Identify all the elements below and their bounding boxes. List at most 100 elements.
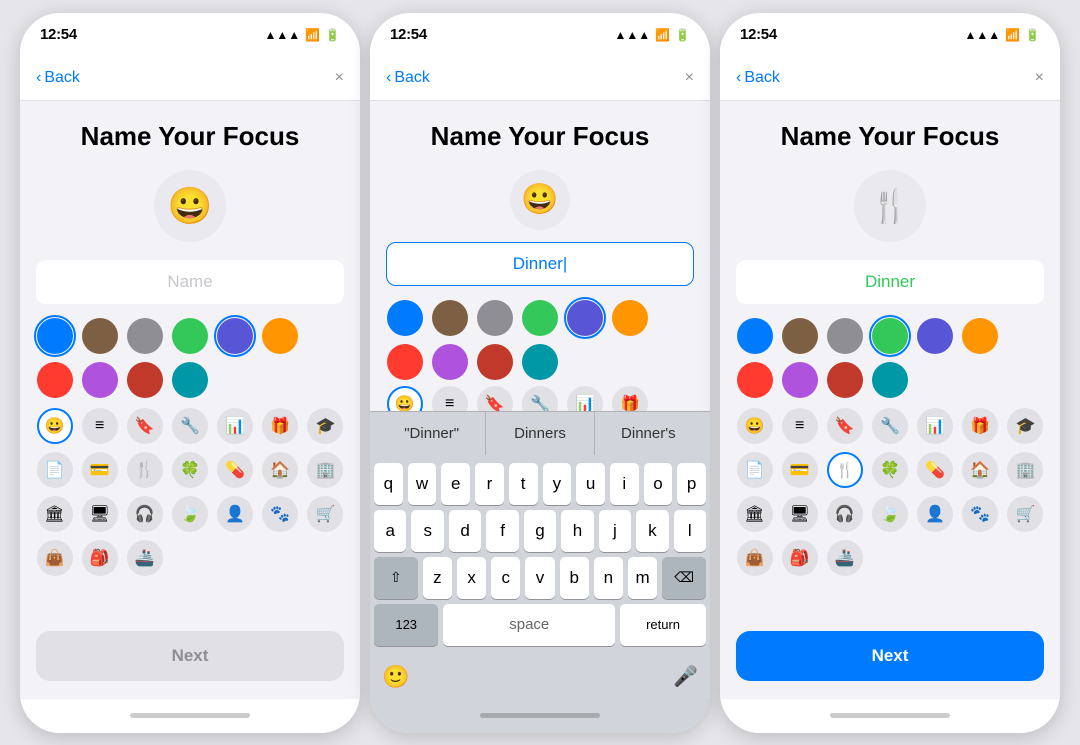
color-darkred-2[interactable] (477, 344, 513, 380)
color-violet[interactable] (82, 362, 118, 398)
icon-leaf-3[interactable]: 🍃 (872, 496, 908, 532)
icon-headphone[interactable]: 🎧 (127, 496, 163, 532)
icon-pill[interactable]: 💊 (217, 452, 253, 488)
key-s[interactable]: s (411, 510, 443, 552)
icon-building-3[interactable]: 🏢 (1007, 452, 1043, 488)
key-v[interactable]: v (525, 557, 554, 599)
icon-home-3[interactable]: 🏠 (962, 452, 998, 488)
key-n[interactable]: n (594, 557, 623, 599)
icon-emoji-3[interactable]: 😀 (737, 408, 773, 444)
icon-fork[interactable]: 🍴 (127, 452, 163, 488)
close-button-3[interactable]: × (1035, 69, 1044, 87)
icon-backpack[interactable]: 🎒 (82, 540, 118, 576)
icon-paw-3[interactable]: 🐾 (962, 496, 998, 532)
icon-list-3[interactable]: ≡ (782, 408, 818, 444)
color-red[interactable] (37, 362, 73, 398)
icon-ship-3[interactable]: 🚢 (827, 540, 863, 576)
close-button-1[interactable]: × (335, 69, 344, 87)
icon-person[interactable]: 👤 (217, 496, 253, 532)
autocomplete-dinners[interactable]: Dinners (486, 412, 594, 455)
emoji-circle-1[interactable]: 😀 (154, 170, 226, 242)
key-w[interactable]: w (408, 463, 437, 505)
icon-grad[interactable]: 🎓 (307, 408, 343, 444)
color-violet-2[interactable] (432, 344, 468, 380)
next-button-3[interactable]: Next (736, 631, 1044, 681)
icon-person-3[interactable]: 👤 (917, 496, 953, 532)
color-blue-2[interactable] (387, 300, 423, 336)
close-button-2[interactable]: × (685, 69, 694, 87)
icon-pill-3[interactable]: 💊 (917, 452, 953, 488)
key-123[interactable]: 123 (374, 604, 438, 646)
color-orange-2[interactable] (612, 300, 648, 336)
key-space[interactable]: space (443, 604, 615, 646)
key-z[interactable]: z (423, 557, 452, 599)
key-e[interactable]: e (441, 463, 470, 505)
icon-clover-3[interactable]: 🍀 (872, 452, 908, 488)
color-blue[interactable] (37, 318, 73, 354)
icon-clover[interactable]: 🍀 (172, 452, 208, 488)
key-l[interactable]: l (674, 510, 706, 552)
name-input-1[interactable]: Name (36, 260, 344, 304)
icon-home[interactable]: 🏠 (262, 452, 298, 488)
icon-bank-3[interactable]: 🏛 (737, 496, 773, 532)
color-gray-2[interactable] (477, 300, 513, 336)
icon-doc-3[interactable]: 📄 (737, 452, 773, 488)
icon-bookmark-3[interactable]: 🔖 (827, 408, 863, 444)
color-purple-selected[interactable] (217, 318, 253, 354)
icon-gift[interactable]: 🎁 (262, 408, 298, 444)
key-t[interactable]: t (509, 463, 538, 505)
back-button-3[interactable]: ‹ Back (736, 69, 780, 87)
autocomplete-dinner-quoted[interactable]: "Dinner" (378, 412, 486, 455)
icon-bank[interactable]: 🏛 (37, 496, 73, 532)
icon-headphone-3[interactable]: 🎧 (827, 496, 863, 532)
key-return[interactable]: return (620, 604, 706, 646)
icon-cart[interactable]: 🛒 (307, 496, 343, 532)
autocomplete-dinners-apos[interactable]: Dinner's (595, 412, 702, 455)
name-input-2[interactable]: Dinner| (386, 242, 694, 286)
color-blue-3[interactable] (737, 318, 773, 354)
color-green-selected-3[interactable] (872, 318, 908, 354)
color-darkred-3[interactable] (827, 362, 863, 398)
key-r[interactable]: r (475, 463, 504, 505)
icon-building[interactable]: 🏢 (307, 452, 343, 488)
icon-chart-3[interactable]: 📊 (917, 408, 953, 444)
color-red-2[interactable] (387, 344, 423, 380)
back-button-1[interactable]: ‹ Back (36, 69, 80, 87)
color-darkred[interactable] (127, 362, 163, 398)
key-m[interactable]: m (628, 557, 657, 599)
icon-chart[interactable]: 📊 (217, 408, 253, 444)
icon-paw[interactable]: 🐾 (262, 496, 298, 532)
icon-grad-3[interactable]: 🎓 (1007, 408, 1043, 444)
mic-icon[interactable]: 🎤 (673, 664, 698, 689)
key-b[interactable]: b (560, 557, 589, 599)
icon-backpack-3[interactable]: 🎒 (782, 540, 818, 576)
icon-list[interactable]: ≡ (82, 408, 118, 444)
key-q[interactable]: q (374, 463, 403, 505)
color-green[interactable] (172, 318, 208, 354)
icon-card-3[interactable]: 💳 (782, 452, 818, 488)
color-brown-2[interactable] (432, 300, 468, 336)
color-purple-3[interactable] (917, 318, 953, 354)
icon-bag[interactable]: 👜 (37, 540, 73, 576)
color-teal[interactable] (172, 362, 208, 398)
color-teal-2[interactable] (522, 344, 558, 380)
color-orange-3[interactable] (962, 318, 998, 354)
key-f[interactable]: f (486, 510, 518, 552)
icon-emoji[interactable]: 😀 (37, 408, 73, 444)
icon-gift-3[interactable]: 🎁 (962, 408, 998, 444)
color-red-3[interactable] (737, 362, 773, 398)
key-a[interactable]: a (374, 510, 406, 552)
key-g[interactable]: g (524, 510, 556, 552)
color-gray[interactable] (127, 318, 163, 354)
icon-wrench[interactable]: 🔧 (172, 408, 208, 444)
name-input-3[interactable]: Dinner (736, 260, 1044, 304)
icon-card[interactable]: 💳 (82, 452, 118, 488)
emoji-circle-3[interactable]: 🍴 (854, 170, 926, 242)
color-brown[interactable] (82, 318, 118, 354)
color-purple-selected-2[interactable] (567, 300, 603, 336)
key-y[interactable]: y (543, 463, 572, 505)
color-gray-3[interactable] (827, 318, 863, 354)
icon-monitor[interactable]: 🖥 (82, 496, 118, 532)
icon-cart-3[interactable]: 🛒 (1007, 496, 1043, 532)
next-button-1[interactable]: Next (36, 631, 344, 681)
